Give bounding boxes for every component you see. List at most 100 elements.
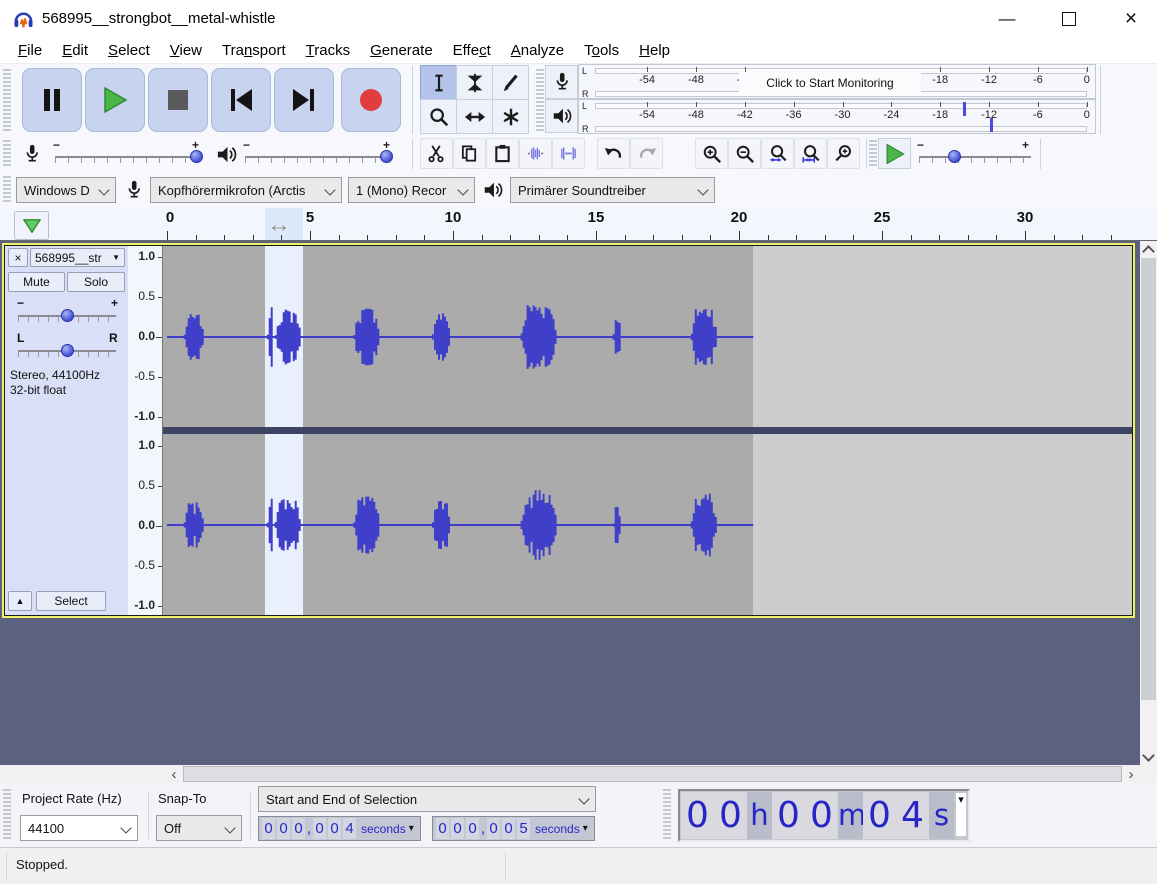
snap-to-dropdown[interactable]: Off bbox=[156, 815, 242, 841]
time-digit[interactable]: 0 bbox=[313, 818, 326, 839]
time-digit[interactable]: 0 bbox=[502, 818, 515, 839]
position-digit[interactable]: 0 bbox=[681, 792, 714, 839]
time-digit[interactable]: 4 bbox=[343, 818, 356, 839]
solo-button[interactable]: Solo bbox=[67, 272, 125, 292]
record-button[interactable] bbox=[341, 68, 401, 132]
audio-host-dropdown[interactable]: Windows D bbox=[16, 177, 116, 203]
multi-tool-button[interactable] bbox=[492, 99, 529, 134]
track-control-panel[interactable]: × 568995__str ▼ Mute Solo − + L R Stereo… bbox=[5, 246, 128, 615]
vertical-scroll-thumb[interactable] bbox=[1141, 258, 1156, 700]
caret-down-icon[interactable]: ▾ bbox=[583, 823, 588, 834]
trim-audio-button[interactable] bbox=[519, 138, 552, 169]
channel-divider[interactable] bbox=[163, 427, 1133, 434]
fit-selection-button[interactable] bbox=[761, 138, 794, 169]
pause-button[interactable] bbox=[22, 68, 82, 132]
selection-tool-button[interactable] bbox=[420, 65, 457, 100]
minimize-button[interactable]: — bbox=[984, 0, 1030, 38]
horizontal-scroll-thumb[interactable] bbox=[183, 766, 1122, 782]
caret-down-icon[interactable]: ▾ bbox=[409, 823, 414, 834]
time-digit[interactable]: 0 bbox=[277, 818, 290, 839]
fit-project-button[interactable] bbox=[794, 138, 827, 169]
draw-tool-button[interactable] bbox=[492, 65, 529, 100]
recording-channels-dropdown[interactable]: 1 (Mono) Recor bbox=[348, 177, 475, 203]
scroll-left-button[interactable]: ‹ bbox=[165, 765, 183, 783]
track-close-button[interactable]: × bbox=[8, 248, 28, 267]
time-digit[interactable]: 0 bbox=[262, 818, 275, 839]
time-digit[interactable]: 0 bbox=[487, 818, 500, 839]
scroll-down-button[interactable] bbox=[1140, 748, 1157, 765]
undo-button[interactable] bbox=[597, 138, 630, 169]
recording-device-dropdown[interactable]: Kopfhörermikrofon (Arctis bbox=[150, 177, 342, 203]
time-digit[interactable]: 0 bbox=[292, 818, 305, 839]
menu-tracks[interactable]: Tracks bbox=[296, 39, 360, 62]
zoom-in-button[interactable] bbox=[695, 138, 728, 169]
menu-select[interactable]: Select bbox=[98, 39, 160, 62]
mute-button[interactable]: Mute bbox=[8, 272, 65, 292]
track-name-menu[interactable]: 568995__str ▼ bbox=[30, 248, 125, 267]
timeline-options-button[interactable] bbox=[14, 211, 49, 240]
vertical-scrollbar[interactable] bbox=[1140, 241, 1157, 765]
audio-position-display[interactable]: 00h00m04s▾ bbox=[678, 789, 970, 842]
vertical-scale-ruler[interactable]: 1.00.50.0-0.5-1.01.00.50.0-0.5-1.0 bbox=[128, 246, 163, 615]
playback-volume-thumb[interactable] bbox=[380, 150, 393, 163]
track-select-button[interactable]: Select bbox=[36, 591, 106, 611]
copy-button[interactable] bbox=[453, 138, 486, 169]
silence-audio-button[interactable] bbox=[552, 138, 585, 169]
timeline[interactable]: ↔ 051015202530 bbox=[0, 208, 1157, 241]
time-digit[interactable]: 0 bbox=[466, 818, 479, 839]
menu-tools[interactable]: Tools bbox=[574, 39, 629, 62]
gain-thumb[interactable] bbox=[61, 309, 74, 322]
time-digit[interactable]: 5 bbox=[517, 818, 530, 839]
monitoring-overlay[interactable]: Click to Start Monitoring bbox=[739, 73, 921, 92]
scroll-right-button[interactable]: › bbox=[1122, 765, 1140, 783]
playback-meter[interactable]: LR-54-48-42-36-30-24-18-12-60 bbox=[578, 99, 1096, 134]
toolbar-grip[interactable] bbox=[869, 140, 877, 168]
maximize-button[interactable] bbox=[1046, 0, 1092, 38]
zoom-out-button[interactable] bbox=[728, 138, 761, 169]
collapse-track-button[interactable]: ▲ bbox=[8, 591, 32, 611]
play-at-speed-button[interactable] bbox=[878, 138, 911, 169]
time-digit[interactable]: 0 bbox=[436, 818, 449, 839]
position-digit[interactable]: 0 bbox=[863, 792, 896, 839]
selection-start-field[interactable]: 000,004seconds▾ bbox=[258, 816, 421, 841]
recording-volume-thumb[interactable] bbox=[190, 150, 203, 163]
skip-to-start-button[interactable] bbox=[211, 68, 271, 132]
menu-file[interactable]: File bbox=[8, 39, 52, 62]
menu-effect[interactable]: Effect bbox=[443, 39, 501, 62]
envelope-tool-button[interactable] bbox=[456, 65, 493, 100]
toolbar-grip[interactable] bbox=[3, 789, 11, 841]
play-meter-button[interactable] bbox=[545, 99, 578, 133]
project-rate-dropdown[interactable]: 44100 bbox=[20, 815, 138, 841]
play-speed-thumb[interactable] bbox=[948, 150, 961, 163]
zoom-toggle-button[interactable] bbox=[827, 138, 860, 169]
selection-end-field[interactable]: 000,005seconds▾ bbox=[432, 816, 595, 841]
close-button[interactable]: × bbox=[1108, 0, 1154, 38]
playback-device-dropdown[interactable]: Primärer Soundtreiber bbox=[510, 177, 715, 203]
toolbar-grip[interactable] bbox=[3, 140, 11, 168]
waveform-channel-left[interactable] bbox=[163, 246, 1133, 427]
pan-thumb[interactable] bbox=[61, 344, 74, 357]
menu-edit[interactable]: Edit bbox=[52, 39, 98, 62]
time-digit[interactable]: 0 bbox=[451, 818, 464, 839]
toolbar-grip[interactable] bbox=[3, 69, 11, 131]
scroll-up-button[interactable] bbox=[1140, 241, 1157, 258]
time-ruler[interactable]: ↔ 051015202530 bbox=[165, 208, 1140, 240]
time-digit[interactable]: 0 bbox=[328, 818, 341, 839]
toolbar-grip[interactable] bbox=[3, 176, 11, 204]
menu-analyze[interactable]: Analyze bbox=[501, 39, 574, 62]
paste-button[interactable] bbox=[486, 138, 519, 169]
menu-transport[interactable]: Transport bbox=[212, 39, 296, 62]
cut-button[interactable] bbox=[420, 138, 453, 169]
menu-generate[interactable]: Generate bbox=[360, 39, 443, 62]
record-meter-button[interactable] bbox=[545, 65, 578, 99]
menu-help[interactable]: Help bbox=[629, 39, 680, 62]
position-digit[interactable]: 4 bbox=[896, 792, 929, 839]
play-button[interactable] bbox=[85, 68, 145, 132]
horizontal-scrollbar[interactable]: ‹ › bbox=[0, 765, 1157, 783]
waveform-channel-right[interactable] bbox=[163, 434, 1133, 615]
stop-button[interactable] bbox=[148, 68, 208, 132]
position-digit[interactable]: 0 bbox=[714, 792, 747, 839]
position-digit[interactable]: 0 bbox=[805, 792, 838, 839]
toolbar-grip[interactable] bbox=[536, 69, 544, 131]
selection-mode-dropdown[interactable]: Start and End of Selection bbox=[258, 786, 596, 812]
